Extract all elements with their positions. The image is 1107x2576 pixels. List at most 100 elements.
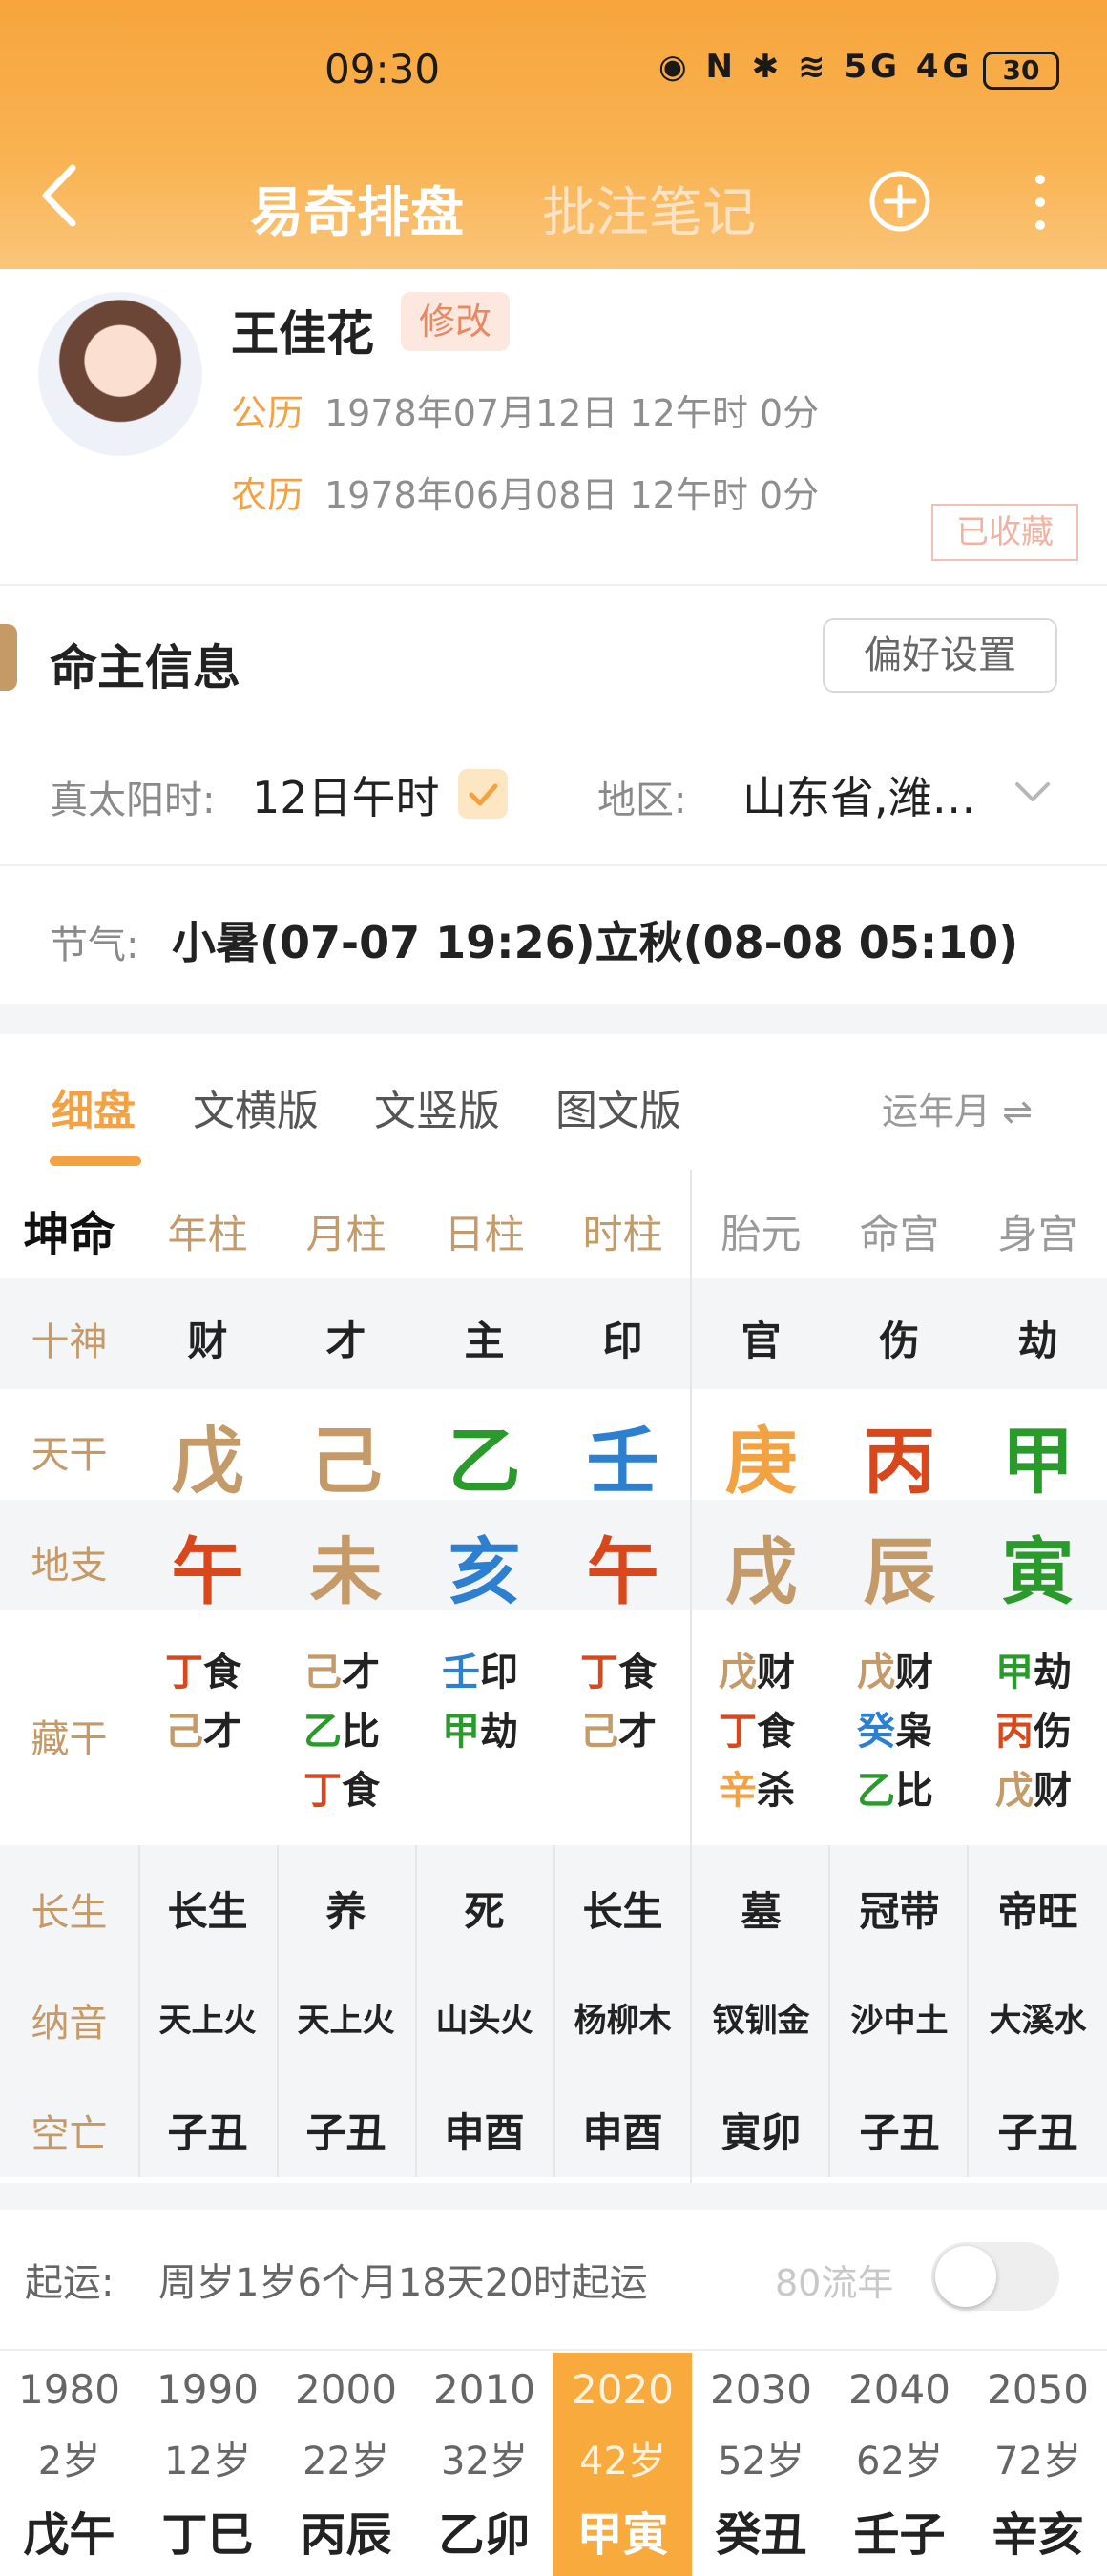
dayun-ganzhi: 丁巳 (161, 2508, 254, 2562)
yun-year-month-toggle[interactable]: 运年月 ⇌ (882, 1082, 1033, 1134)
canggan-cell: 己才 乙比 丁食 (303, 1643, 408, 1820)
divider (0, 2349, 1107, 2351)
canggan-stem: 戊 (995, 1769, 1034, 1813)
canggan-stem: 丁 (165, 1651, 203, 1694)
canggan-item: 丁食 (165, 1643, 270, 1702)
canggan-item: 甲劫 (442, 1702, 547, 1761)
dayun-ganzhi: 丙辰 (300, 2508, 392, 2562)
canggan-stem: 癸 (857, 1710, 895, 1754)
canggan-god: 劫 (1034, 1651, 1072, 1694)
shishen-cell: 伤 (879, 1318, 920, 1364)
dayun-ganzhi: 戊午 (23, 2508, 115, 2562)
dayun-year: 2030 (710, 2366, 812, 2413)
subtab-detail[interactable]: 细盘 (52, 1076, 136, 1137)
subtab-vertical[interactable]: 文竖版 (374, 1076, 500, 1137)
dizhi-cell: 午 (586, 1529, 659, 1614)
row-label-tiangan: 天干 (31, 1433, 108, 1477)
col-header-3: 时柱 (582, 1211, 663, 1257)
true-solar-value: 12日午时 (252, 772, 440, 823)
back-icon[interactable] (38, 162, 80, 229)
preference-button[interactable]: 偏好设置 (823, 618, 1057, 693)
tab-notes[interactable]: 批注笔记 (542, 170, 756, 247)
canggan-item: 己才 (303, 1643, 408, 1702)
canggan-stem: 己 (165, 1710, 203, 1754)
section-gap (0, 1004, 1107, 1034)
changsheng-cell: 死 (464, 1888, 505, 1935)
subtab-horizontal[interactable]: 文横版 (193, 1076, 319, 1137)
canggan-stem: 辛 (719, 1769, 757, 1813)
dayun-age: 12岁 (164, 2440, 251, 2483)
row-label-nayin: 纳音 (31, 2002, 108, 2046)
dayun-item[interactable]: 2040 62岁 壬子 (830, 2353, 969, 2576)
canggan-cell: 丁食 己才 (580, 1643, 685, 1761)
profile-name: 王佳花 (231, 306, 374, 362)
tiangan-cell: 甲 (1001, 1419, 1075, 1504)
canggan-god: 伤 (1034, 1710, 1072, 1754)
subtab-graphic[interactable]: 图文版 (555, 1076, 681, 1137)
avatar (38, 292, 202, 456)
nayin-cell: 天上火 (158, 2002, 257, 2040)
chevron-down-icon[interactable] (1012, 779, 1054, 805)
nayin-cell: 杨柳木 (574, 2002, 672, 2040)
true-solar-label: 真太阳时: (50, 779, 216, 822)
nayin-cell: 大溪水 (989, 2002, 1087, 2040)
dayun-age: 52岁 (718, 2440, 804, 2483)
canggan-stem: 丁 (719, 1710, 757, 1754)
canggan-item: 乙比 (303, 1702, 408, 1761)
canggan-item: 丁食 (303, 1761, 408, 1820)
dizhi-cell: 戌 (724, 1529, 798, 1614)
qiyun-label: 起运: (25, 2261, 115, 2305)
dayun-item[interactable]: 2000 22岁 丙辰 (277, 2353, 415, 2576)
dayun-ganzhi: 甲寅 (576, 2508, 669, 2562)
canggan-god: 比 (895, 1769, 933, 1813)
battery-icon: 30 (983, 52, 1059, 90)
changsheng-cell: 帝旺 (997, 1888, 1078, 1935)
solar-label: 公历 (231, 392, 304, 434)
canggan-god: 才 (618, 1710, 657, 1754)
tab-paipan[interactable]: 易奇排盘 (250, 170, 464, 247)
row-label-changsheng: 长生 (31, 1891, 108, 1935)
tiangan-cell: 丙 (863, 1419, 936, 1504)
true-solar-checkbox[interactable] (458, 769, 508, 819)
more-icon[interactable] (1021, 172, 1059, 233)
tiangan-cell: 乙 (448, 1419, 521, 1504)
canggan-cell: 戊财 癸枭 乙比 (857, 1643, 962, 1820)
section-gap (0, 2183, 1107, 2210)
canggan-god: 财 (1034, 1769, 1072, 1813)
dizhi-cell: 未 (309, 1529, 383, 1614)
canggan-god: 印 (480, 1651, 518, 1694)
canggan-item: 乙比 (857, 1761, 962, 1820)
toggle-knob[interactable] (935, 2246, 996, 2307)
dayun-item[interactable]: 2030 52岁 癸丑 (692, 2353, 830, 2576)
canggan-stem: 丁 (303, 1769, 342, 1813)
lunar-label: 农历 (231, 474, 304, 516)
canggan-god: 食 (342, 1769, 380, 1813)
dayun-item[interactable]: 1990 12岁 丁巳 (138, 2353, 277, 2576)
canggan-stem: 乙 (303, 1710, 342, 1754)
kongwang-cell: 申酉 (582, 2109, 663, 2156)
dayun-ganzhi: 壬子 (853, 2508, 946, 2562)
shishen-cell: 劫 (1017, 1318, 1058, 1364)
edit-button[interactable]: 修改 (401, 292, 510, 351)
canggan-stem: 戊 (857, 1651, 895, 1694)
dayun-ganzhi: 乙卯 (438, 2508, 531, 2562)
add-icon[interactable] (868, 170, 931, 233)
canggan-item: 辛杀 (719, 1761, 824, 1820)
canggan-item: 甲劫 (995, 1643, 1100, 1702)
canggan-cell: 丁食 己才 (165, 1643, 270, 1761)
canggan-stem: 己 (580, 1710, 618, 1754)
canggan-item: 戊财 (719, 1643, 824, 1702)
dayun-age: 42岁 (579, 2440, 666, 2483)
dayun-item[interactable]: 2010 32岁 乙卯 (415, 2353, 554, 2576)
section-accent-bar (0, 624, 17, 691)
dayun-item[interactable]: 2050 72岁 辛亥 (969, 2353, 1107, 2576)
dayun-age: 32岁 (441, 2440, 528, 2483)
canggan-god: 食 (618, 1651, 657, 1694)
canggan-stem: 戊 (719, 1651, 757, 1694)
region-value[interactable]: 山东省,潍… (742, 763, 976, 826)
canggan-item: 丁食 (719, 1702, 824, 1761)
dayun-item[interactable]: 1980 2岁 戊午 (0, 2353, 138, 2576)
canggan-stem: 丁 (580, 1651, 618, 1694)
divider (0, 864, 1107, 866)
dayun-item[interactable]: 2020 42岁 甲寅 (554, 2353, 692, 2576)
